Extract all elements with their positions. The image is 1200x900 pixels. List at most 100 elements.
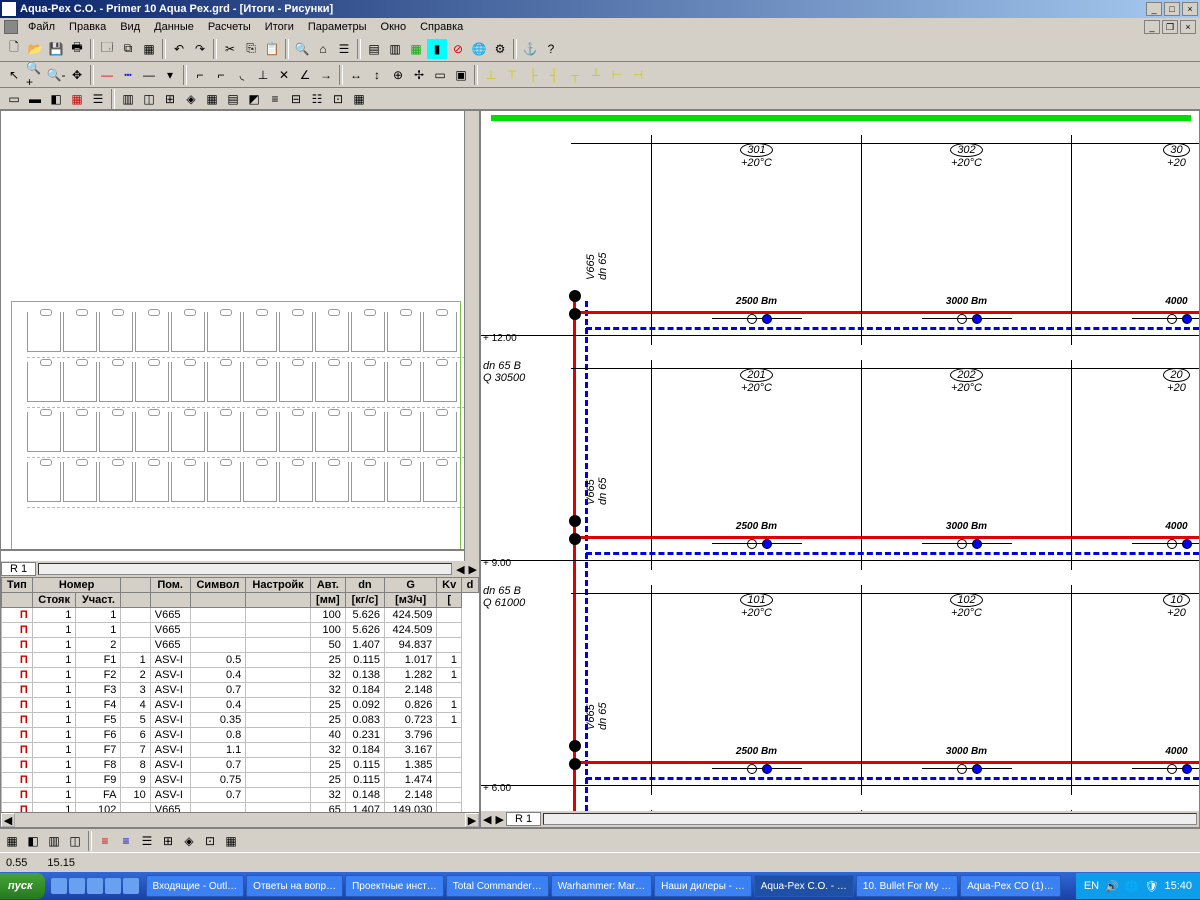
table-header[interactable]: Настройк [246,578,311,593]
angle-icon[interactable]: ∠ [295,65,315,85]
menu-window[interactable]: Окно [375,20,413,34]
bt1-icon[interactable]: ▦ [2,831,22,851]
menu-calc[interactable]: Расчеты [202,20,257,34]
arc-icon[interactable]: ◟ [232,65,252,85]
dim-h-icon[interactable]: ↔ [346,65,366,85]
corner2-icon[interactable]: ⌐ [211,65,231,85]
globe-icon[interactable]: 🌐 [469,39,489,59]
bt10-icon[interactable]: ⊡ [200,831,220,851]
zoom-out-icon[interactable]: 🔍- [46,65,66,85]
obj8-icon[interactable]: ⊞ [160,89,180,109]
obj4-icon[interactable]: ▦ [67,89,87,109]
help-icon[interactable]: ? [541,39,561,59]
move-icon[interactable]: ✢ [409,65,429,85]
table-row[interactable]: П1F55ASV-I0.35250.0830.7231 [2,713,479,728]
table-header[interactable] [121,578,150,593]
table-row[interactable]: П11V6651005.626424.509 [2,623,479,638]
bt2-icon[interactable]: ◧ [23,831,43,851]
ql-icon[interactable] [69,878,85,894]
table-row[interactable]: П1102V665651.407149.030 [2,803,479,813]
tray-icon[interactable]: 🔊 [1105,880,1119,893]
cut-icon[interactable]: ✂ [220,39,240,59]
anchor-icon[interactable]: ⚓ [520,39,540,59]
results-table[interactable]: ТипНомерПом.СимволНастройкАвт.dnGKvd Сто… [1,577,479,812]
table-header[interactable]: Авт. [310,578,345,593]
pin-y5-icon[interactable]: ┬ [565,65,585,85]
table-header[interactable]: G [385,578,437,593]
obj5-icon[interactable]: ☰ [88,89,108,109]
table-header[interactable]: Kv [437,578,462,593]
table-header[interactable]: dn [345,578,384,593]
menu-file[interactable]: Файл [22,20,61,34]
highlight-icon[interactable]: ▮ [427,39,447,59]
obj3-icon[interactable]: ◧ [46,89,66,109]
obj17-icon[interactable]: ▦ [349,89,369,109]
drawing-scrollbar-h[interactable] [543,813,1197,825]
table-row[interactable]: П1F66ASV-I0.8400.2313.796 [2,728,479,743]
line-dropdown-icon[interactable]: ▾ [160,65,180,85]
taskbar-item[interactable]: Проектные инст… [345,875,444,897]
ql-icon[interactable] [105,878,121,894]
table-row[interactable]: П1F33ASV-I0.7320.1842.148 [2,683,479,698]
table-row[interactable]: П1FA10ASV-I0.7320.1482.148 [2,788,479,803]
taskbar-item[interactable]: Наши дилеры - … [654,875,752,897]
preview-icon[interactable]: 🗔 [97,39,117,59]
obj9-icon[interactable]: ◈ [181,89,201,109]
table-row[interactable]: П1F11ASV-I0.5250.1151.0171 [2,653,479,668]
line-red-icon[interactable]: — [97,65,117,85]
obj16-icon[interactable]: ⊡ [328,89,348,109]
close-button[interactable]: × [1182,2,1198,16]
bt5-icon[interactable]: ≡ [95,831,115,851]
grid2-icon[interactable]: ▥ [385,39,405,59]
taskbar-item[interactable]: Warhammer: Mar… [551,875,652,897]
start-button[interactable]: пуск [0,873,45,899]
table-row[interactable]: П11V6651005.626424.509 [2,608,479,623]
obj12-icon[interactable]: ◩ [244,89,264,109]
bt8-icon[interactable]: ⊞ [158,831,178,851]
table-header[interactable]: Пом. [150,578,190,593]
obj10-icon[interactable]: ▦ [202,89,222,109]
preview-drawing[interactable] [1,111,464,551]
preview-scrollbar-v[interactable] [464,111,479,561]
mdi-close-button[interactable]: × [1180,20,1196,34]
layers-icon[interactable]: ☰ [334,39,354,59]
table-row[interactable]: П1F22ASV-I0.4320.1381.2821 [2,668,479,683]
undo-icon[interactable]: ↶ [169,39,189,59]
taskbar-item[interactable]: Ответы на вопр… [246,875,343,897]
corner1-icon[interactable]: ⌐ [190,65,210,85]
pin-y2-icon[interactable]: ⊤ [502,65,522,85]
zoom-in-icon[interactable]: 🔍+ [25,65,45,85]
line-black-icon[interactable]: — [139,65,159,85]
taskbar-item[interactable]: Aqua-Pex С.О. - … [754,875,854,897]
copy-icon[interactable]: ⎘ [241,39,261,59]
preview-tab-r1[interactable]: R 1 [1,562,36,576]
copy-window-icon[interactable]: ⧉ [118,39,138,59]
save-icon[interactable]: 💾 [46,39,66,59]
ql-icon[interactable] [87,878,103,894]
obj1-icon[interactable]: ▭ [4,89,24,109]
bt4-icon[interactable]: ◫ [65,831,85,851]
drawing-tab-r1[interactable]: R 1 [506,812,541,826]
obj13-icon[interactable]: ≡ [265,89,285,109]
obj15-icon[interactable]: ☷ [307,89,327,109]
obj2-icon[interactable]: ▬ [25,89,45,109]
arrow-icon[interactable]: → [316,65,336,85]
tray-icon[interactable]: 🌐 [1125,880,1139,893]
line-blue-icon[interactable]: ┅ [118,65,138,85]
calc-icon[interactable]: ▦ [406,39,426,59]
obj14-icon[interactable]: ⊟ [286,89,306,109]
pin-y1-icon[interactable]: ⊥ [481,65,501,85]
bt6-icon[interactable]: ≡ [116,831,136,851]
table-header[interactable]: Номер [32,578,121,593]
taskbar-item[interactable]: Входящие - Outl… [146,875,245,897]
find-icon[interactable]: 🔍 [292,39,312,59]
pan-icon[interactable]: ✥ [67,65,87,85]
bt3-icon[interactable]: ▥ [44,831,64,851]
pointer-icon[interactable]: ↖ [4,65,24,85]
redo-icon[interactable]: ↷ [190,39,210,59]
table-scrollbar-h[interactable]: ◀ ▶ [1,812,479,827]
obj7-icon[interactable]: ◫ [139,89,159,109]
app-menu-icon[interactable] [4,20,18,34]
paste-icon[interactable]: 📋 [262,39,282,59]
mdi-minimize-button[interactable]: _ [1144,20,1160,34]
